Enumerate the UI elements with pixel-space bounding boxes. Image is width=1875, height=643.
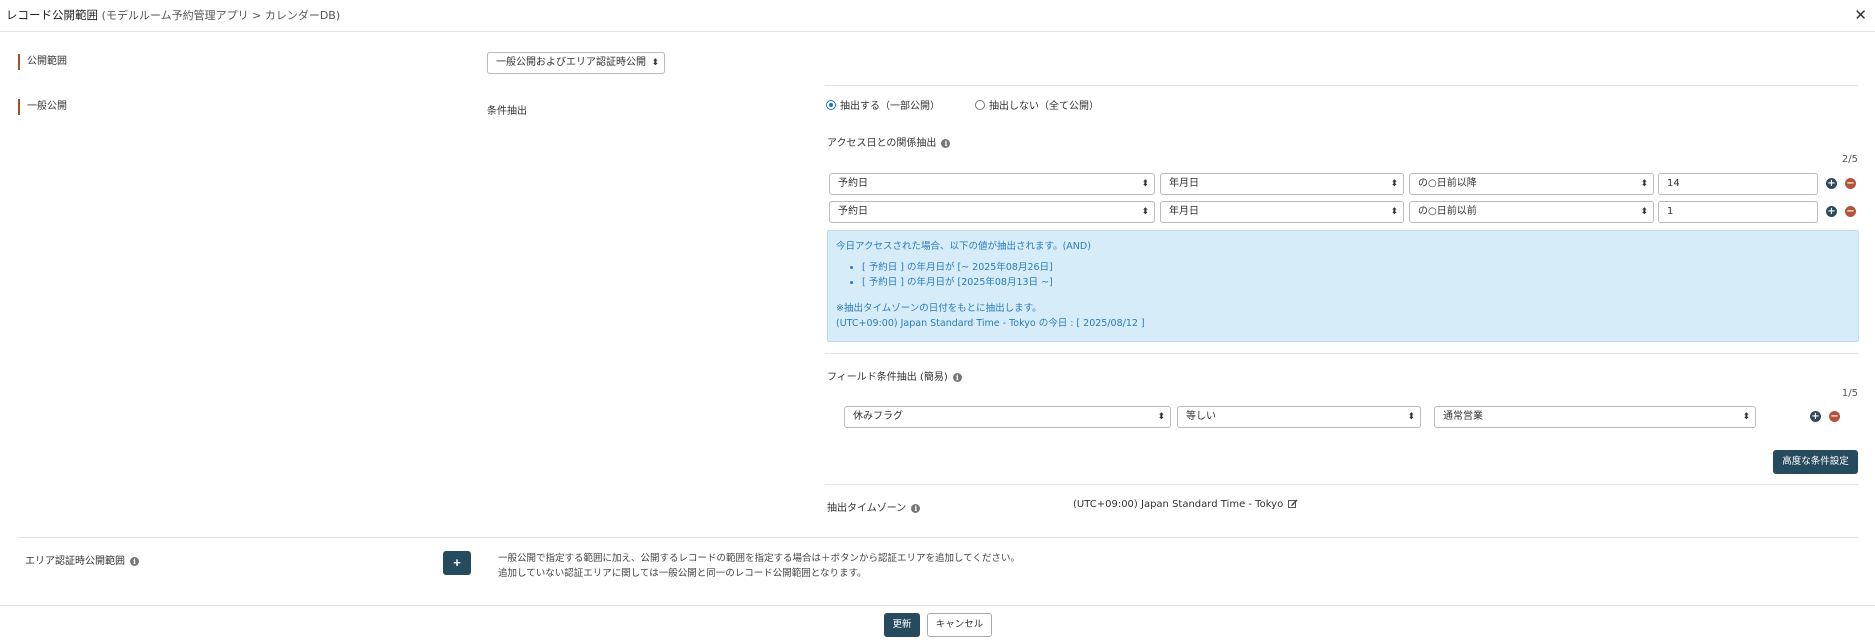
access-row-field-value: 予約日 — [838, 178, 868, 189]
info-icon[interactable]: i — [130, 557, 139, 566]
access-row-unit-value: 年月日 — [1169, 178, 1199, 189]
select-arrows-icon: ⬍ — [1141, 207, 1149, 217]
radio-no-extract-dot — [975, 99, 985, 110]
field-condition-value-select[interactable]: 通常営業 ⬍ — [1434, 406, 1756, 428]
field-condition-operator-value: 等しい — [1186, 411, 1216, 422]
modal-header: レコード公開範囲 (モデルルーム予約管理アプリ > カレンダーDB) ✕ — [0, 0, 1875, 32]
access-date-heading: アクセス日との関係抽出 i — [827, 134, 951, 149]
area-auth-desc-line: 一般公開で指定する範囲に加え、公開するレコードの範囲を指定する場合は＋ボタンから… — [498, 553, 1020, 564]
advanced-condition-button[interactable]: 高度な条件設定 — [1773, 450, 1858, 474]
remove-row-minus-icon[interactable]: − — [1845, 178, 1856, 189]
radio-extract-dot — [826, 99, 836, 110]
area-auth-desc-line: 追加していない認証エリアに関しては一般公開と同一のレコード公開範囲となります。 — [498, 568, 867, 579]
cancel-button[interactable]: キャンセル — [927, 613, 992, 637]
info-icon[interactable]: i — [911, 504, 921, 513]
select-arrows-icon: ⬍ — [1390, 207, 1398, 217]
timezone-label: 抽出タイムゾーン i — [827, 499, 921, 514]
radio-extract[interactable]: 抽出する（一部公開） — [826, 97, 940, 112]
timezone-label-text: 抽出タイムゾーン — [827, 503, 907, 514]
access-date-counter: 2/5 — [1841, 154, 1858, 165]
timezone-value: (UTC+09:00) Japan Standard Time - Tokyo — [1073, 499, 1298, 510]
access-row-unit-select[interactable]: 年月日 ⬍ — [1160, 201, 1404, 223]
modal-subtitle: (モデルルーム予約管理アプリ > カレンダーDB) — [101, 9, 341, 22]
radio-no-extract[interactable]: 抽出しない（全て公開） — [975, 97, 1099, 112]
access-row-days-input[interactable]: 1 — [1658, 201, 1818, 223]
field-condition-heading-text: フィールド条件抽出 (簡易) — [827, 372, 948, 383]
info-bullet: [ 予約日 ] の年月日が [~ 2025年08月26日] — [862, 260, 1053, 275]
area-auth-label: エリア認証時公開範囲 i — [25, 552, 139, 567]
select-arrows-icon: ⬍ — [1640, 207, 1648, 217]
scope-select-value: 一般公開およびエリア認証時公開 — [496, 57, 646, 68]
info-note: ※抽出タイムゾーンの日付をもとに抽出します。 — [836, 303, 1042, 314]
select-arrows-icon: ⬍ — [1640, 179, 1648, 189]
access-row-field-select[interactable]: 予約日 ⬍ — [829, 173, 1155, 195]
add-condition-plus-icon[interactable]: + — [1810, 411, 1821, 422]
scope-select[interactable]: 一般公開およびエリア認証時公開 ⬍ — [487, 52, 665, 74]
access-row-relation-value: の○日前以降 — [1418, 178, 1477, 189]
timezone-value-text: (UTC+09:00) Japan Standard Time - Tokyo — [1073, 499, 1284, 510]
general-label: 一般公開 — [18, 99, 67, 115]
add-row-plus-icon[interactable]: + — [1826, 178, 1837, 189]
access-date-heading-text: アクセス日との関係抽出 — [827, 138, 937, 149]
access-row-days-input[interactable]: 14 — [1658, 173, 1818, 195]
access-row-relation-value: の○日前以前 — [1418, 206, 1477, 217]
extraction-info-box: 今日アクセスされた場合、以下の値が抽出されます。(AND) [ 予約日 ] の年… — [827, 230, 1859, 342]
radio-no-extract-label: 抽出しない（全て公開） — [989, 101, 1099, 112]
info-line: 今日アクセスされた場合、以下の値が抽出されます。(AND) — [836, 241, 1091, 252]
field-condition-operator-select[interactable]: 等しい ⬍ — [1177, 406, 1421, 428]
divider — [825, 85, 1858, 86]
area-auth-description: 一般公開で指定する範囲に加え、公開するレコードの範囲を指定する場合は＋ボタンから… — [498, 551, 1020, 581]
access-row-unit-select[interactable]: 年月日 ⬍ — [1160, 173, 1404, 195]
close-icon[interactable]: ✕ — [1854, 6, 1867, 24]
add-auth-area-button[interactable]: + — [443, 551, 471, 575]
select-arrows-icon: ⬍ — [651, 58, 659, 68]
field-condition-field-select[interactable]: 休みフラグ ⬍ — [844, 406, 1171, 428]
info-bullet: [ 予約日 ] の年月日が [2025年08月13日 ~] — [862, 275, 1053, 290]
select-arrows-icon: ⬍ — [1141, 179, 1149, 189]
modal-title: レコード公開範囲 (モデルルーム予約管理アプリ > カレンダーDB) — [6, 7, 340, 23]
info-icon[interactable]: i — [952, 373, 962, 382]
edit-icon[interactable] — [1288, 499, 1298, 508]
footer-divider — [0, 605, 1875, 606]
field-condition-counter: 1/5 — [1841, 388, 1858, 399]
access-row-unit-value: 年月日 — [1169, 206, 1199, 217]
field-condition-field-value: 休みフラグ — [853, 411, 903, 422]
access-row-field-select[interactable]: 予約日 ⬍ — [829, 201, 1155, 223]
condition-label: 条件抽出 — [487, 106, 527, 117]
remove-row-minus-icon[interactable]: − — [1845, 206, 1856, 217]
scope-label: 公開範囲 — [18, 54, 67, 70]
select-arrows-icon: ⬍ — [1407, 412, 1415, 422]
add-row-plus-icon[interactable]: + — [1826, 206, 1837, 217]
divider — [18, 537, 1858, 538]
access-row-field-value: 予約日 — [838, 206, 868, 217]
radio-extract-label: 抽出する（一部公開） — [840, 101, 940, 112]
info-icon[interactable]: i — [941, 139, 951, 148]
divider — [825, 484, 1858, 485]
update-button[interactable]: 更新 — [884, 613, 920, 637]
area-auth-label-text: エリア認証時公開範囲 — [25, 556, 125, 567]
remove-condition-minus-icon[interactable]: − — [1829, 411, 1840, 422]
info-today: (UTC+09:00) Japan Standard Time - Tokyo … — [836, 318, 1145, 329]
field-condition-heading: フィールド条件抽出 (簡易) i — [827, 368, 962, 383]
info-bullet-list: [ 予約日 ] の年月日が [~ 2025年08月26日] [ 予約日 ] の年… — [850, 260, 1053, 290]
access-row-relation-select[interactable]: の○日前以降 ⬍ — [1409, 173, 1654, 195]
divider — [825, 353, 1858, 354]
field-condition-value-value: 通常営業 — [1443, 411, 1483, 422]
modal-title-text: レコード公開範囲 — [6, 8, 98, 22]
select-arrows-icon: ⬍ — [1742, 412, 1750, 422]
select-arrows-icon: ⬍ — [1390, 179, 1398, 189]
select-arrows-icon: ⬍ — [1157, 412, 1165, 422]
access-row-relation-select[interactable]: の○日前以前 ⬍ — [1409, 201, 1654, 223]
